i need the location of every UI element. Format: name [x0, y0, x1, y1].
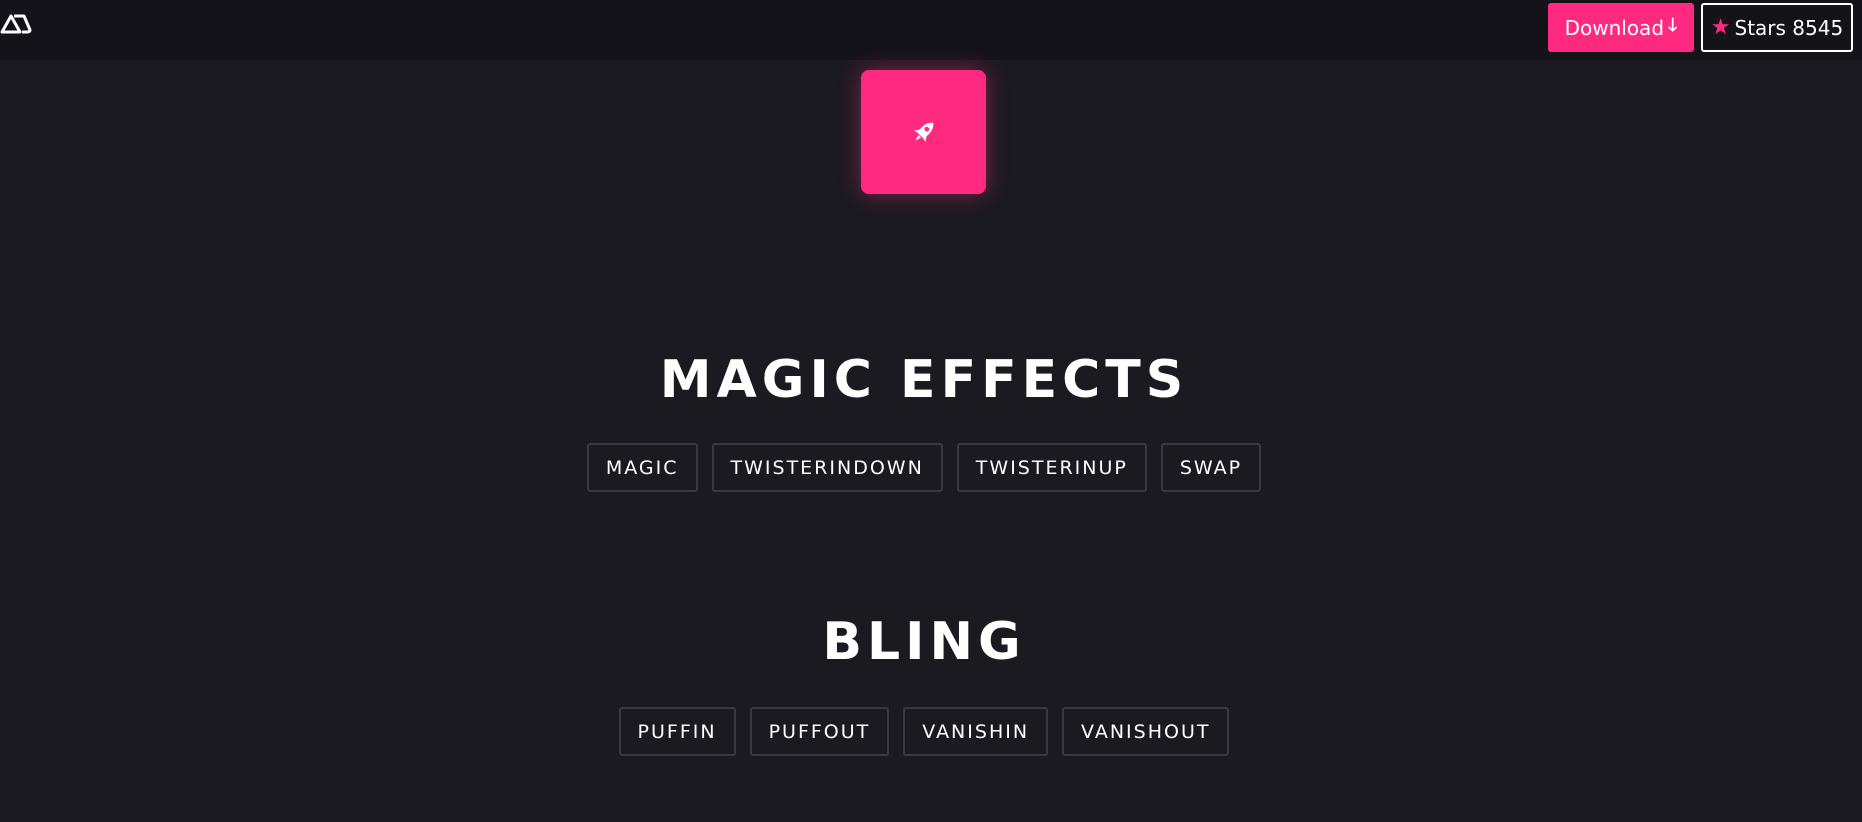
effect-button-vanishin[interactable]: VANISHIN — [903, 707, 1049, 756]
logo-icon[interactable] — [0, 10, 32, 36]
effect-button-twisterinup[interactable]: TWISTERINUP — [956, 443, 1147, 492]
section-title-magic-effects: MAGIC EFFECTS — [659, 350, 1189, 410]
top-navigation-bar: Download 🡓 ★ Stars 8545 — [0, 0, 1862, 60]
section-title-bling: BLING — [822, 612, 1026, 672]
rocket-icon — [913, 122, 933, 142]
github-stars-button[interactable]: ★ Stars 8545 — [1701, 3, 1853, 52]
magic-effects-button-group: MAGIC TWISTERINDOWN TWISTERINUP SWAP — [0, 443, 1848, 492]
effect-button-magic[interactable]: MAGIC — [586, 443, 698, 492]
stars-label: Stars 8545 — [1734, 15, 1844, 40]
arrow-down-icon: 🡓 — [1668, 14, 1678, 36]
effect-button-puffin[interactable]: PUFFIN — [618, 707, 736, 756]
download-label: Download — [1564, 15, 1665, 40]
bling-button-group: PUFFIN PUFFOUT VANISHIN VANISHOUT — [0, 707, 1848, 756]
effect-button-vanishout[interactable]: VANISHOUT — [1062, 707, 1230, 756]
hero-animation-box — [861, 70, 986, 194]
effect-button-twisterindown[interactable]: TWISTERINDOWN — [711, 443, 943, 492]
download-button[interactable]: Download 🡓 — [1548, 3, 1694, 52]
star-icon: ★ — [1710, 15, 1731, 40]
effect-button-puffout[interactable]: PUFFOUT — [749, 707, 890, 756]
effect-button-swap[interactable]: SWAP — [1160, 443, 1262, 492]
